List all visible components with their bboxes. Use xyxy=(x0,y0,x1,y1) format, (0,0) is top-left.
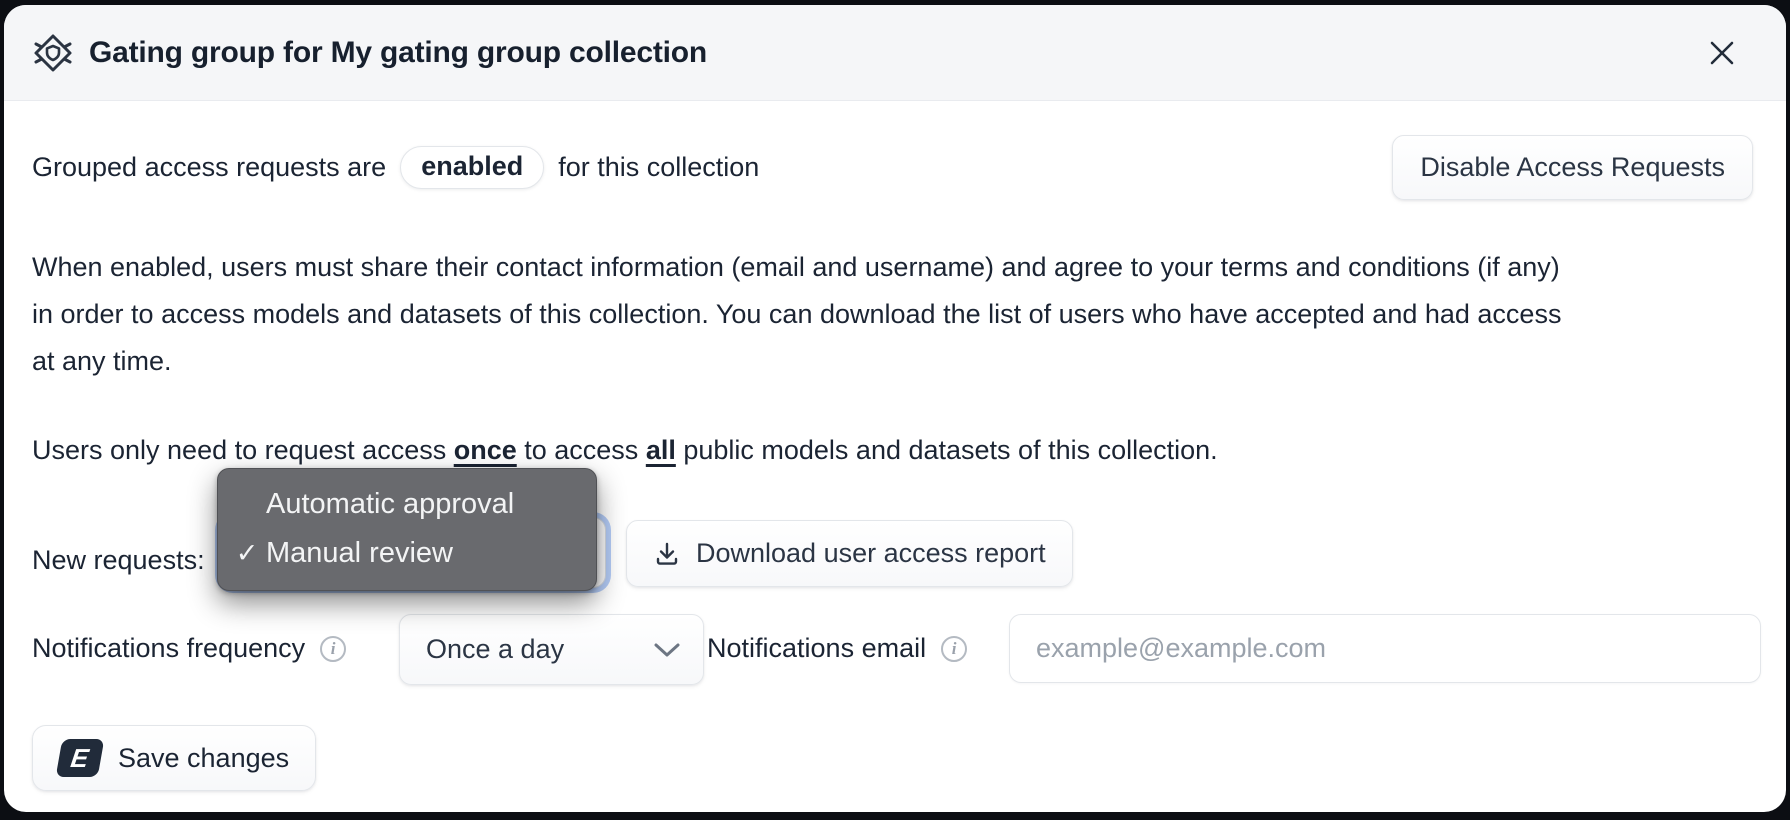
enterprise-icon: E xyxy=(56,739,105,777)
enabled-badge: enabled xyxy=(400,146,544,189)
modal-title: Gating group for My gating group collect… xyxy=(89,36,707,70)
close-button[interactable] xyxy=(1700,31,1744,75)
download-report-label: Download user access report xyxy=(696,538,1046,569)
notifications-frequency-label: Notifications frequency i xyxy=(32,614,346,683)
status-row: Grouped access requests are enabled for … xyxy=(32,130,1753,204)
all-emphasis: all xyxy=(646,435,676,465)
download-report-button[interactable]: Download user access report xyxy=(626,520,1073,587)
frequency-label-text: Notifications frequency xyxy=(32,633,305,664)
disable-access-requests-button[interactable]: Disable Access Requests xyxy=(1392,135,1753,200)
save-changes-label: Save changes xyxy=(118,743,289,774)
chevron-down-icon xyxy=(653,642,681,658)
close-icon xyxy=(1706,37,1738,69)
dropdown-option-automatic[interactable]: Automatic approval xyxy=(218,480,596,529)
checkmark-icon: ✓ xyxy=(230,538,264,569)
modal-header: Gating group for My gating group collect… xyxy=(4,5,1786,101)
frequency-value: Once a day xyxy=(426,634,564,665)
status-prefix: Grouped access requests are xyxy=(32,152,386,183)
dropdown-option-manual[interactable]: ✓ Manual review xyxy=(218,529,596,578)
dropdown-option-label: Manual review xyxy=(266,537,453,570)
email-label-text: Notifications email xyxy=(707,633,926,664)
frequency-info-icon[interactable]: i xyxy=(320,636,346,662)
email-input[interactable] xyxy=(1009,614,1761,683)
notifications-row: Notifications frequency i Once a day Not… xyxy=(4,614,1786,683)
once-line: Users only need to request access once t… xyxy=(32,435,1218,466)
once-line-part2: to access xyxy=(517,435,646,465)
description-paragraph: When enabled, users must share their con… xyxy=(32,244,1567,385)
new-requests-dropdown: Automatic approval ✓ Manual review xyxy=(217,468,597,591)
status-text: Grouped access requests are enabled for … xyxy=(32,146,759,189)
download-icon xyxy=(653,540,681,568)
status-suffix: for this collection xyxy=(558,152,759,183)
new-requests-label: New requests: xyxy=(32,545,205,576)
gating-group-modal: Gating group for My gating group collect… xyxy=(4,5,1786,812)
email-info-icon[interactable]: i xyxy=(941,636,967,662)
frequency-select[interactable]: Once a day xyxy=(399,614,704,685)
gated-group-icon xyxy=(32,32,74,74)
once-line-part3: public models and datasets of this colle… xyxy=(676,435,1218,465)
save-changes-button[interactable]: E Save changes xyxy=(32,725,316,791)
notifications-email-label: Notifications email i xyxy=(707,614,967,683)
once-emphasis: once xyxy=(454,435,517,465)
once-line-part1: Users only need to request access xyxy=(32,435,454,465)
dropdown-option-label: Automatic approval xyxy=(266,488,514,521)
